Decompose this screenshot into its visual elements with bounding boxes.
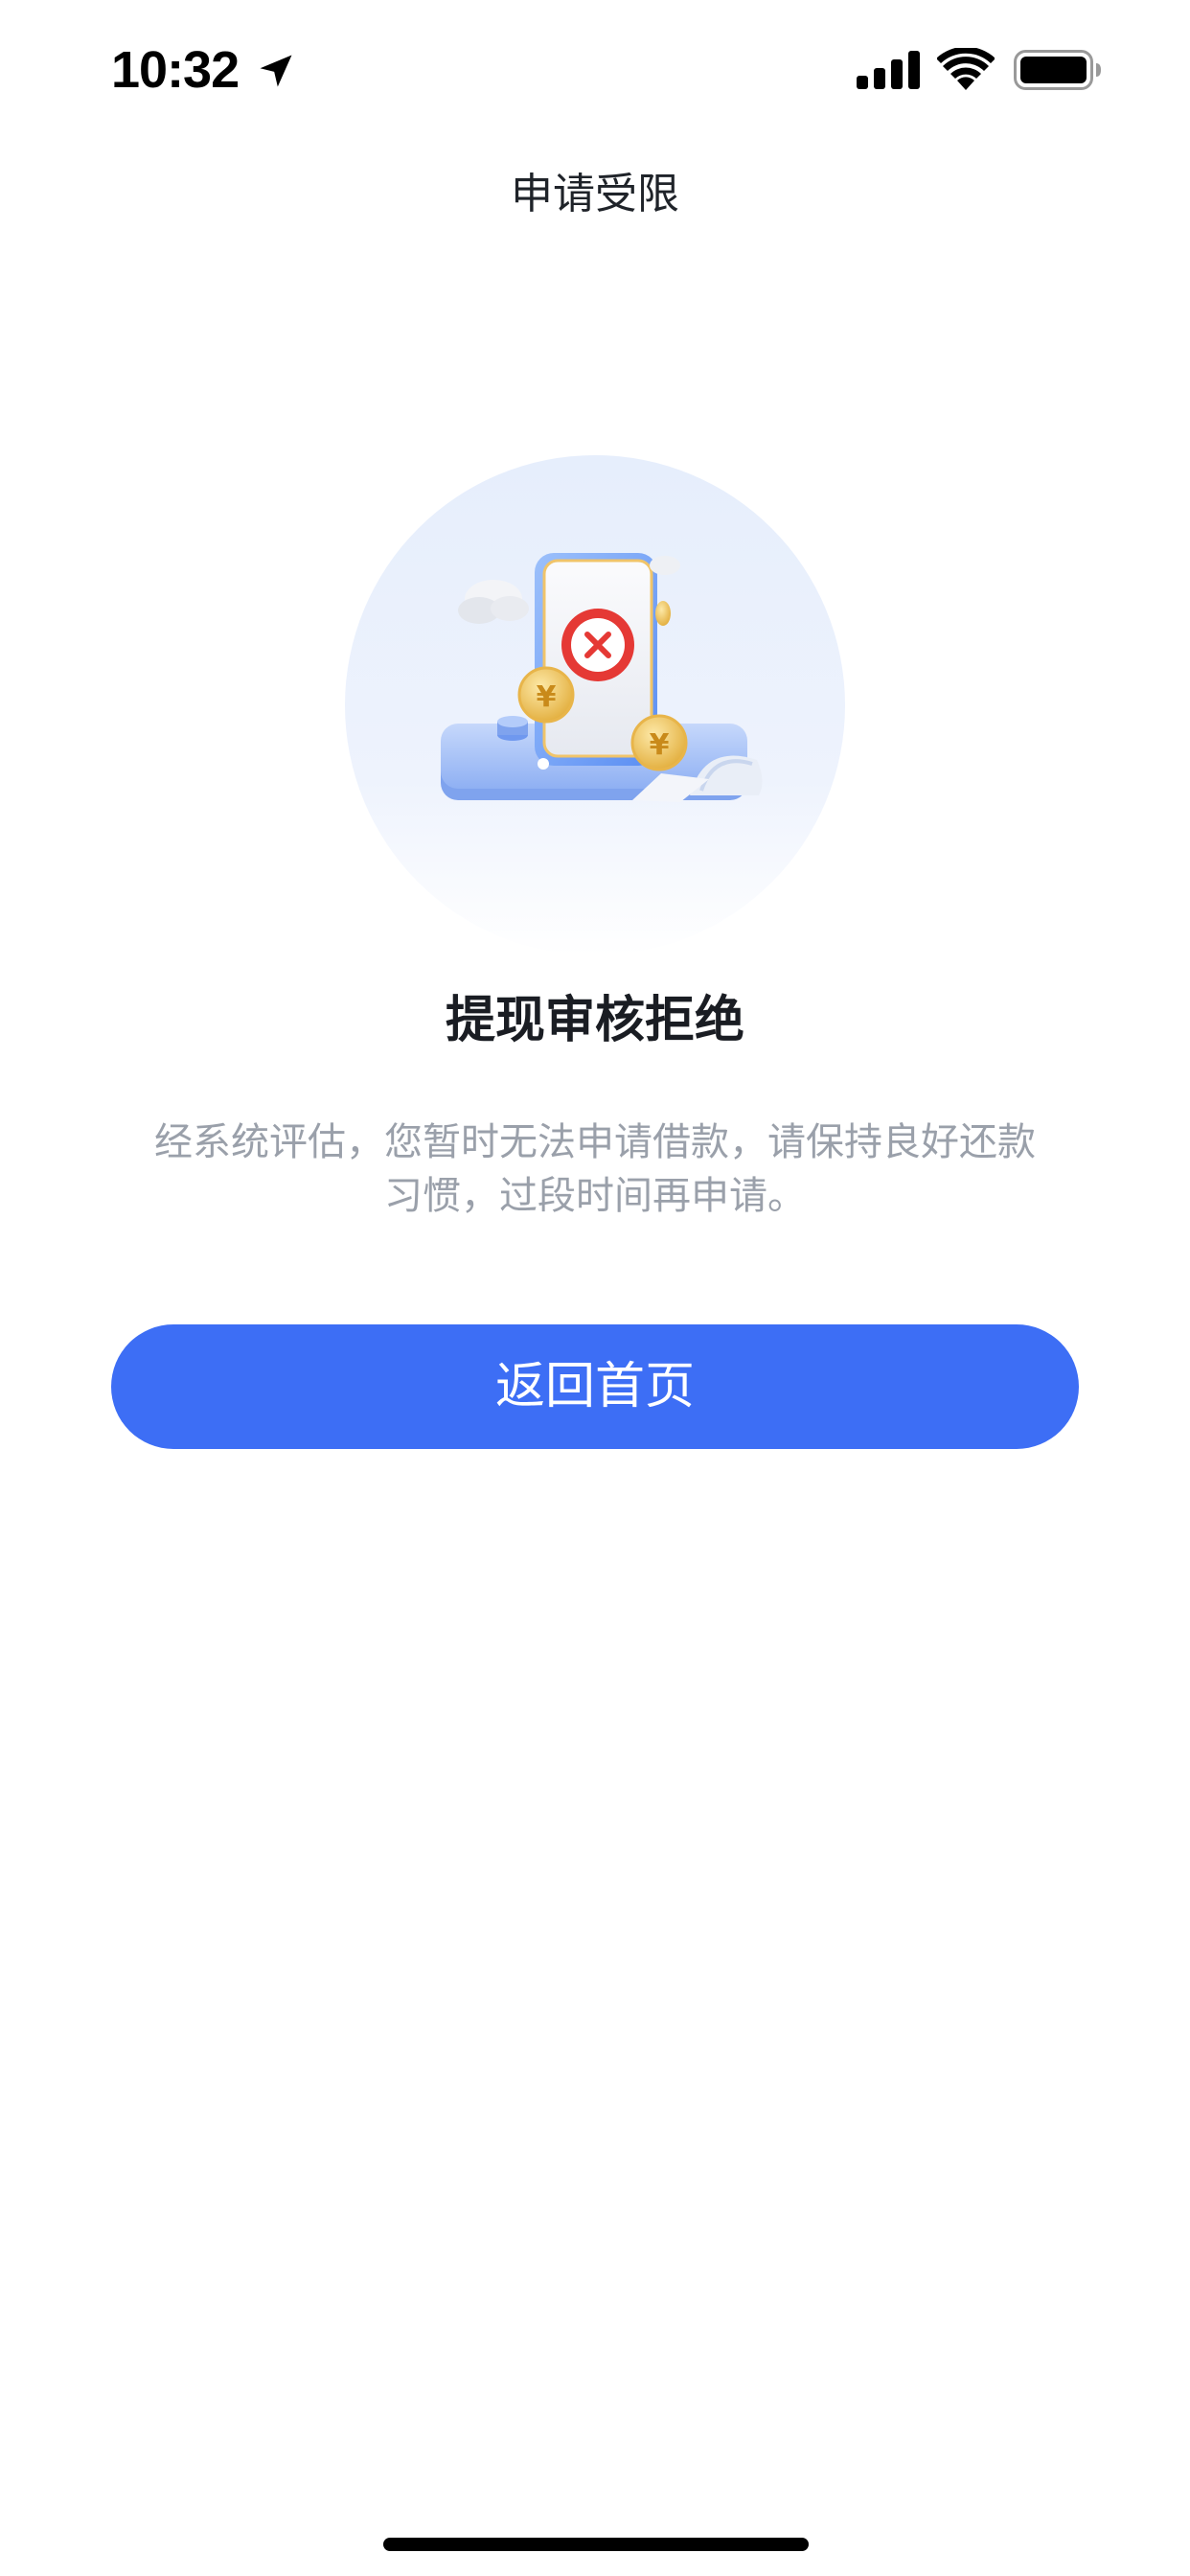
wifi-icon (937, 48, 995, 90)
battery-icon (1014, 50, 1101, 90)
rejected-application-illustration: ¥ ¥ (345, 455, 845, 955)
cellular-signal-icon (857, 51, 920, 89)
result-description-line: 习惯，过段时间再申请。 (384, 1174, 806, 1218)
location-arrow-icon (260, 55, 292, 87)
result-description-line: 经系统评估，您暂时无法申请借款，请保持良好还款 (154, 1120, 1036, 1164)
status-bar: 10:32 (0, 0, 1190, 144)
page-title: 申请受限 (511, 170, 679, 218)
result-title: 提现审核拒绝 (445, 992, 744, 1049)
coin-yen-symbol: ¥ (537, 680, 557, 714)
status-time: 10:32 (111, 41, 240, 99)
result-description: 经系统评估，您暂时无法申请借款，请保持良好还款 习惯，过段时间再申请。 (134, 1116, 1056, 1223)
return-home-button[interactable]: 返回首页 (111, 1324, 1079, 1449)
home-indicator[interactable] (383, 2538, 809, 2551)
coin-yen-symbol: ¥ (650, 728, 670, 762)
